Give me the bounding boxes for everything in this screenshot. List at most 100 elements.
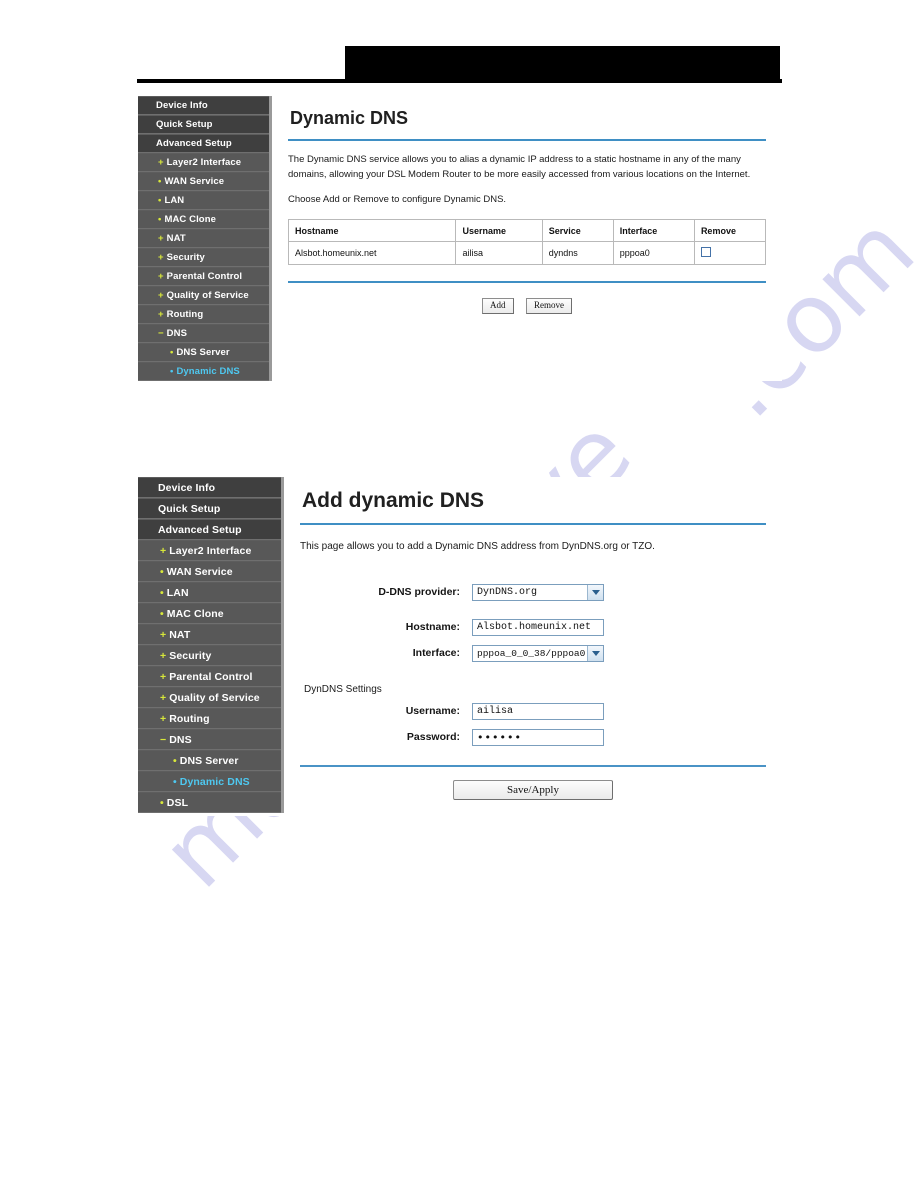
table-row: Alsbot.homeunix.net ailisa dyndns pppoa0: [287, 241, 767, 266]
column-header-username: Username: [455, 219, 543, 243]
chevron-down-icon[interactable]: [587, 645, 603, 661]
column-header-hostname: Hostname: [287, 219, 457, 243]
screenshot-add-dynamic-dns: Device Info Quick Setup Advanced Setup + Lay…: [138, 477, 782, 816]
expand-plus-icon: +: [158, 271, 164, 282]
list-action-row: Add Remove: [288, 283, 766, 328]
username-label: Username:: [405, 705, 460, 717]
expand-plus-icon: +: [158, 157, 164, 168]
expand-plus-icon: +: [160, 712, 167, 725]
description-block: This page allows you to add a Dynamic DN…: [300, 525, 766, 555]
hostname-label: Hostname:: [405, 621, 460, 633]
sidebar-item-device-info[interactable]: Device Info: [138, 96, 269, 115]
header-redaction-bar: [345, 46, 780, 79]
bullet-dot-icon: •: [173, 754, 177, 767]
page-title: Dynamic DNS: [290, 108, 409, 128]
bullet-dot-icon: •: [160, 796, 164, 809]
bullet-dot-icon: •: [160, 565, 164, 578]
sidebar-item-label: Device Info: [158, 481, 216, 494]
sidebar-item-label: DNS: [169, 733, 192, 746]
remove-button[interactable]: Remove: [525, 298, 572, 315]
password-input[interactable]: ••••••: [472, 728, 604, 746]
sidebar-item-quick-setup[interactable]: Quick Setup: [138, 498, 281, 519]
cell-hostname: Alsbot.homeunix.net: [287, 241, 457, 266]
sidebar-item-layer2-interface[interactable]: + Layer2 Interface: [138, 153, 269, 172]
screenshot-dynamic-dns-list: Device Info Quick Setup Advanced Setup + Lay…: [138, 96, 782, 381]
sidebar-item-label: Layer2 Interface: [169, 544, 252, 557]
form-action-row: Save/Apply: [300, 767, 766, 816]
sidebar-item-advanced-setup[interactable]: Advanced Setup: [138, 519, 281, 540]
sidebar-item-label: Quality of Service: [166, 290, 249, 301]
sidebar-item-dynamic-dns[interactable]: • Dynamic DNS: [138, 771, 281, 792]
add-button[interactable]: Add: [482, 298, 514, 315]
sidebar-item-label: WAN Service: [166, 565, 233, 578]
sidebar-item-dynamic-dns[interactable]: • Dynamic DNS: [138, 362, 269, 381]
add-dns-form: D-DNS provider: DynDNS.org Hostname: Als…: [300, 566, 766, 759]
sidebar-item-parental-control[interactable]: + Parental Control: [138, 666, 281, 687]
sidebar-item-label: Layer2 Interface: [166, 157, 242, 168]
sidebar-item-label: Advanced Setup: [156, 138, 232, 149]
sidebar-item-layer2-interface[interactable]: + Layer2 Interface: [138, 540, 281, 561]
interface-select[interactable]: pppoa_0_0_38/pppoa0: [472, 644, 604, 662]
description-block: The Dynamic DNS service allows you to al…: [288, 141, 766, 208]
dynamic-dns-table: Hostname Username Service Interface Remo…: [287, 219, 767, 266]
sidebar-item-dns[interactable]: − DNS: [138, 729, 281, 750]
content-pane-bottom: Add dynamic DNS This page allows you to …: [284, 477, 782, 816]
sidebar-navigation-bottom: Device Info Quick Setup Advanced Setup + Lay…: [138, 477, 284, 813]
remove-checkbox[interactable]: [700, 247, 711, 258]
sidebar-item-nat[interactable]: + NAT: [138, 624, 281, 645]
sidebar-item-mac-clone[interactable]: • MAC Clone: [138, 603, 281, 624]
bullet-dot-icon: •: [158, 214, 162, 225]
sidebar-item-lan[interactable]: • LAN: [138, 191, 269, 210]
sidebar-item-security[interactable]: + Security: [138, 645, 281, 666]
description-paragraph-1: This page allows you to add a Dynamic DN…: [300, 541, 655, 552]
cell-remove: [693, 241, 767, 266]
column-header-remove: Remove: [693, 219, 767, 243]
sidebar-item-label: DNS Server: [176, 347, 230, 358]
sidebar-item-routing[interactable]: + Routing: [138, 305, 269, 324]
bullet-dot-icon: •: [170, 347, 174, 358]
provider-label: D-DNS provider:: [378, 586, 460, 598]
expand-plus-icon: +: [160, 691, 167, 704]
sidebar-item-label: MAC Clone: [166, 607, 224, 620]
sidebar-item-label: Quality of Service: [169, 691, 260, 704]
sidebar-item-lan[interactable]: • LAN: [138, 582, 281, 603]
form-row-username: Username: ailisa: [300, 702, 766, 720]
sidebar-item-wan-service[interactable]: • WAN Service: [138, 172, 269, 191]
sidebar-item-advanced-setup[interactable]: Advanced Setup: [138, 134, 269, 153]
sidebar-item-quality-of-service[interactable]: + Quality of Service: [138, 286, 269, 305]
sidebar-item-routing[interactable]: + Routing: [138, 708, 281, 729]
sidebar-item-label: LAN: [164, 195, 185, 206]
sidebar-item-label: Device Info: [156, 100, 208, 111]
expand-plus-icon: +: [160, 544, 167, 557]
username-input[interactable]: ailisa: [472, 702, 604, 720]
sidebar-item-quick-setup[interactable]: Quick Setup: [138, 115, 269, 134]
form-row-password: Password: ••••••: [300, 728, 766, 746]
sidebar-item-mac-clone[interactable]: • MAC Clone: [138, 210, 269, 229]
sidebar-item-dns-server[interactable]: • DNS Server: [138, 343, 269, 362]
sidebar-item-nat[interactable]: + NAT: [138, 229, 269, 248]
sidebar-item-dns-server[interactable]: • DNS Server: [138, 750, 281, 771]
sidebar-item-label: Parental Control: [166, 271, 243, 282]
sidebar-item-label: DNS Server: [179, 754, 239, 767]
hostname-input[interactable]: Alsbot.homeunix.net: [472, 618, 604, 636]
form-row-provider: D-DNS provider: DynDNS.org: [300, 583, 766, 601]
sidebar-item-label: DSL: [166, 796, 189, 809]
save-apply-button[interactable]: Save/Apply: [453, 779, 613, 800]
sidebar-item-label: WAN Service: [164, 176, 225, 187]
sidebar-item-quality-of-service[interactable]: + Quality of Service: [138, 687, 281, 708]
chevron-down-icon[interactable]: [587, 584, 603, 600]
sidebar-item-parental-control[interactable]: + Parental Control: [138, 267, 269, 286]
ddns-provider-select[interactable]: DynDNS.org: [472, 583, 604, 601]
sidebar-item-dns[interactable]: − DNS: [138, 324, 269, 343]
sidebar-item-dsl[interactable]: • DSL: [138, 792, 281, 813]
sidebar-item-wan-service[interactable]: • WAN Service: [138, 561, 281, 582]
sidebar-item-label: Routing: [169, 712, 210, 725]
dyndns-settings-group-label: DynDNS Settings: [304, 683, 382, 695]
description-paragraph-2: Choose Add or Remove to configure Dynami…: [288, 194, 507, 206]
sidebar-item-security[interactable]: + Security: [138, 248, 269, 267]
form-row-interface: Interface: pppoa_0_0_38/pppoa0: [300, 644, 766, 662]
expand-plus-icon: +: [158, 252, 164, 263]
form-row-hostname: Hostname: Alsbot.homeunix.net: [300, 618, 766, 636]
cell-service: dyndns: [541, 241, 614, 266]
sidebar-item-device-info[interactable]: Device Info: [138, 477, 281, 498]
